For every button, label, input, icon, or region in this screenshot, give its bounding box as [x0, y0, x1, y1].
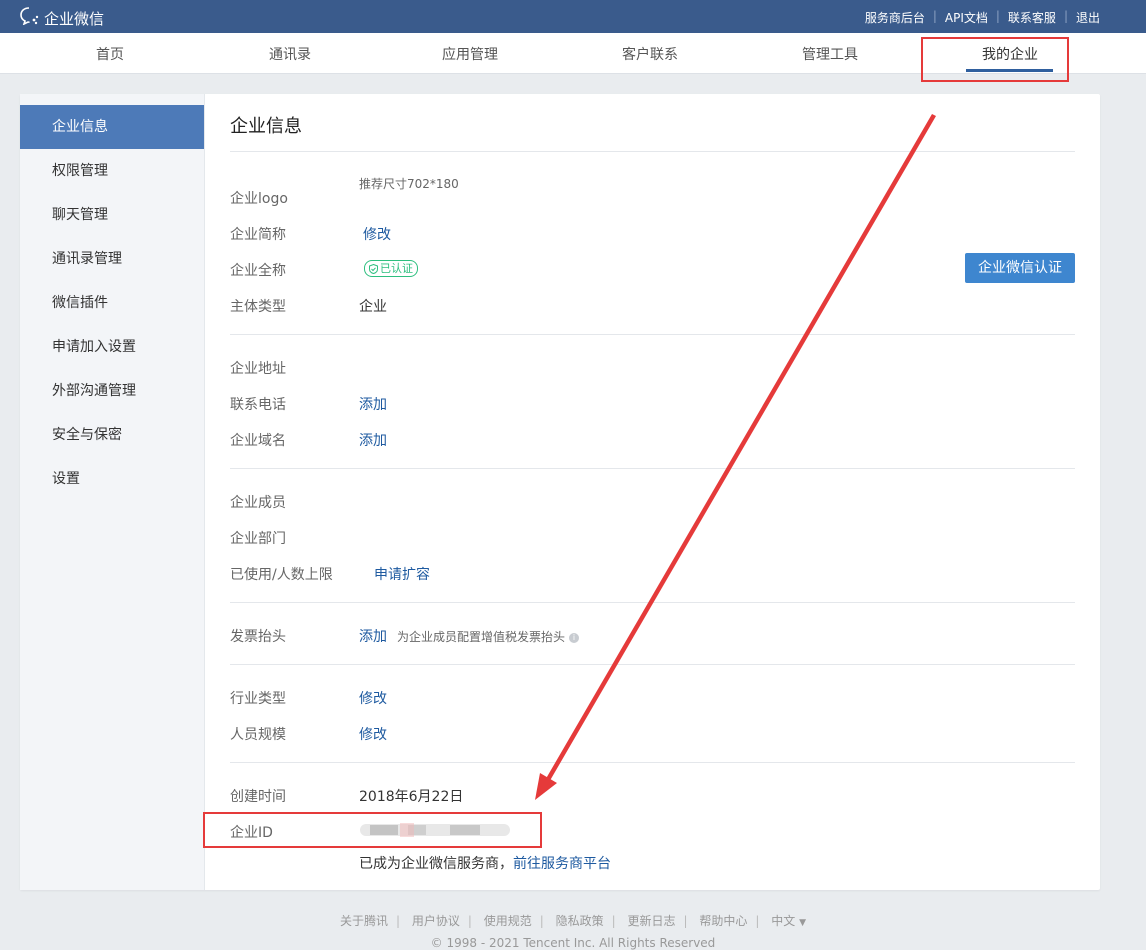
invoice-hint: 为企业成员配置增值税发票抬头 i [397, 628, 580, 645]
scale-label: 人员规模 [230, 727, 286, 743]
top-link-support[interactable]: 联系客服 [1008, 9, 1056, 26]
content-card: 企业信息 权限管理 聊天管理 通讯录管理 微信插件 申请加入设置 外部沟通管理 … [20, 94, 1100, 890]
wecom-verify-button[interactable]: 企业微信认证 [965, 253, 1075, 283]
wecom-logo-icon [20, 7, 40, 29]
domain-label: 企业域名 [230, 433, 286, 449]
phone-label: 联系电话 [230, 397, 286, 413]
tab-customers[interactable]: 客户联系 [590, 44, 710, 64]
top-links: 服务商后台 | API文档 | 联系客服 | 退出 [865, 9, 1100, 26]
created-value: 2018年6月22日 [359, 789, 464, 805]
tab-apps[interactable]: 应用管理 [410, 44, 530, 64]
created-label: 创建时间 [230, 789, 286, 805]
divider: | [932, 9, 937, 23]
tab-home[interactable]: 首页 [50, 44, 170, 64]
language-value: 中文 [771, 914, 796, 928]
top-link-logout[interactable]: 退出 [1076, 9, 1100, 26]
page-title: 企业信息 [230, 116, 302, 137]
invoice-add-link[interactable]: 添加 [359, 626, 387, 646]
provider-text: 已成为企业微信服务商， [359, 856, 513, 872]
sidebar-item-company-info[interactable]: 企业信息 [20, 105, 204, 149]
annotation-box-corp-id [203, 812, 542, 848]
app-logo-text: 企业微信 [44, 9, 105, 28]
footer-link-about[interactable]: 关于腾讯 [340, 914, 388, 928]
caret-down-icon: ▼ [799, 918, 807, 928]
sidebar-item-settings[interactable]: 设置 [20, 457, 204, 501]
sidebar-item-security[interactable]: 安全与保密 [20, 413, 204, 457]
sidebar: 企业信息 权限管理 聊天管理 通讯录管理 微信插件 申请加入设置 外部沟通管理 … [20, 94, 205, 890]
sidebar-item-join-settings[interactable]: 申请加入设置 [20, 325, 204, 369]
address-label: 企业地址 [230, 361, 286, 377]
invoice-label: 发票抬头 [230, 629, 286, 645]
annotation-box-tab [921, 37, 1069, 82]
divider [230, 762, 1075, 763]
scale-edit-link[interactable]: 修改 [359, 724, 387, 744]
verified-badge: 已认证 [364, 260, 418, 277]
app-logo[interactable]: 企业微信 [20, 7, 104, 29]
info-icon[interactable]: i [569, 632, 580, 643]
footer-link-rules[interactable]: 使用规范 [484, 914, 532, 928]
footer-links: 关于腾讯 | 用户协议 | 使用规范 | 隐私政策 | 更新日志 | 帮助中心 | 中文 ▼ [339, 914, 807, 928]
entity-type-label: 主体类型 [230, 299, 286, 315]
top-link-api-docs[interactable]: API文档 [945, 9, 988, 26]
short-name-label: 企业简称 [230, 227, 286, 243]
phone-add-link[interactable]: 添加 [359, 394, 387, 414]
divider: | [1063, 9, 1068, 23]
footer-link-help[interactable]: 帮助中心 [699, 914, 747, 928]
full-name-label: 企业全称 [230, 263, 286, 279]
footer-link-privacy[interactable]: 隐私政策 [556, 914, 604, 928]
shield-check-icon [369, 263, 378, 274]
sidebar-item-external[interactable]: 外部沟通管理 [20, 369, 204, 413]
request-expansion-link[interactable]: 申请扩容 [374, 564, 430, 584]
copyright: © 1998 - 2021 Tencent Inc. All Rights Re… [430, 936, 716, 950]
logo-label: 企业logo [230, 191, 288, 207]
provider-note: 已成为企业微信服务商，前往服务商平台 [359, 853, 611, 873]
industry-edit-link[interactable]: 修改 [359, 688, 387, 708]
language-select[interactable]: 中文 ▼ [771, 914, 806, 928]
sidebar-item-permissions[interactable]: 权限管理 [20, 149, 204, 193]
divider: | [995, 9, 1000, 23]
sidebar-item-chat[interactable]: 聊天管理 [20, 193, 204, 237]
entity-type-value: 企业 [359, 299, 387, 315]
invoice-hint-text: 为企业成员配置增值税发票抬头 [397, 630, 566, 644]
tab-contacts[interactable]: 通讯录 [230, 44, 350, 64]
departments-label: 企业部门 [230, 531, 286, 547]
divider [230, 664, 1075, 665]
logo-hint: 推荐尺寸702*180 [359, 177, 459, 191]
verified-badge-text: 已认证 [380, 262, 413, 275]
members-label: 企业成员 [230, 495, 286, 511]
tab-tools[interactable]: 管理工具 [770, 44, 890, 64]
divider [230, 334, 1075, 335]
short-name-edit-link[interactable]: 修改 [363, 224, 391, 244]
divider [230, 602, 1075, 603]
divider [230, 468, 1075, 469]
industry-label: 行业类型 [230, 691, 286, 707]
sidebar-item-wechat-plugin[interactable]: 微信插件 [20, 281, 204, 325]
footer-link-agreement[interactable]: 用户协议 [412, 914, 460, 928]
divider [230, 151, 1075, 152]
top-bar: 企业微信 服务商后台 | API文档 | 联系客服 | 退出 [0, 0, 1146, 33]
footer-link-changelog[interactable]: 更新日志 [628, 914, 676, 928]
usage-label: 已使用/人数上限 [230, 567, 333, 583]
top-link-provider-admin[interactable]: 服务商后台 [865, 9, 925, 26]
provider-platform-link[interactable]: 前往服务商平台 [513, 856, 611, 872]
sidebar-item-contacts[interactable]: 通讯录管理 [20, 237, 204, 281]
domain-add-link[interactable]: 添加 [359, 430, 387, 450]
